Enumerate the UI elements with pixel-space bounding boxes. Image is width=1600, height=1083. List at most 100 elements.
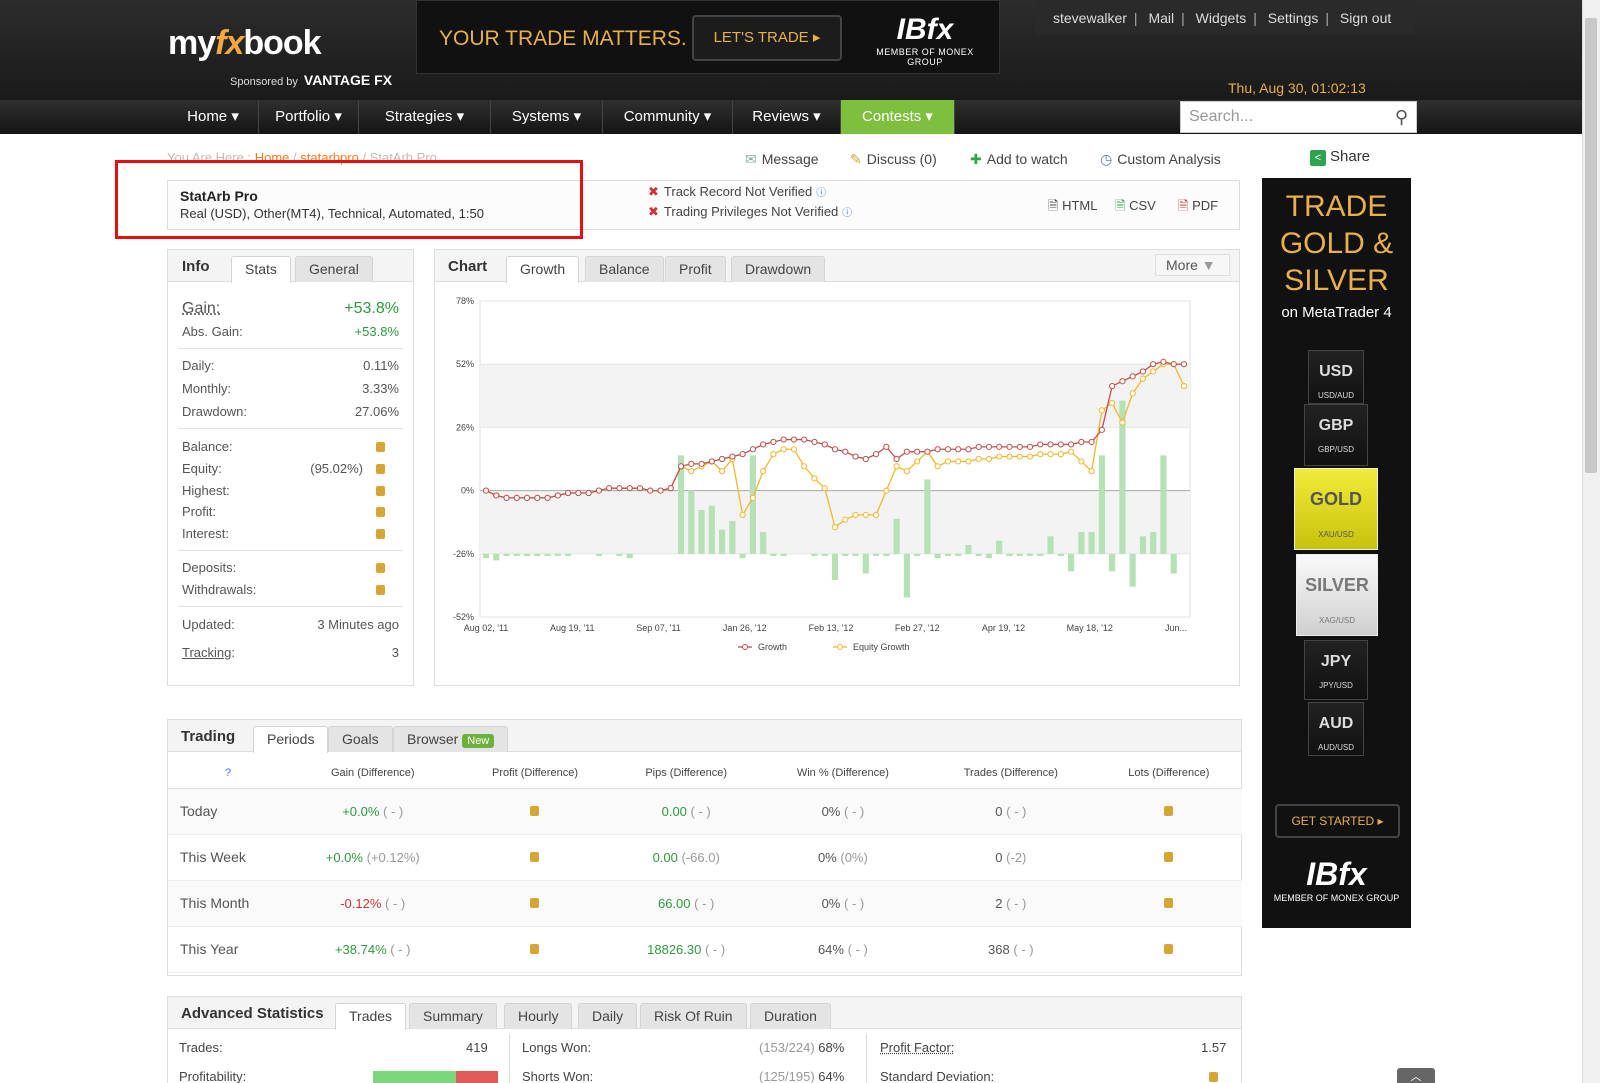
growth-point <box>903 448 910 455</box>
search-icon[interactable]: ⚲ <box>1395 107 1408 128</box>
equity-growth-point <box>688 468 695 475</box>
nav-home[interactable]: Home ▾ <box>168 100 259 134</box>
vantage-fx-logo[interactable]: VANTAGE FX <box>304 72 392 88</box>
growth-point <box>729 453 736 460</box>
table-row: This Month -0.12% ( - ) 66.00 ( - ) 0% ( - … <box>168 880 1242 927</box>
equity-growth-point <box>996 453 1003 460</box>
help-icon[interactable]: ⓘ <box>816 188 826 199</box>
export-csv-button[interactable]: 🗎 CSV <box>1115 197 1156 219</box>
add-to-watch-button[interactable]: ✚ Add to watch <box>970 151 1068 168</box>
tab-drawdown[interactable]: Drawdown <box>731 256 826 282</box>
tab-risk-of-ruin[interactable]: Risk Of Ruin <box>640 1003 747 1029</box>
legend-marker <box>837 644 843 650</box>
help-icon[interactable]: ? <box>225 767 231 779</box>
bar <box>565 553 572 556</box>
settings-link[interactable]: Settings <box>1268 10 1319 26</box>
username-link[interactable]: stevewalker <box>1053 10 1127 26</box>
equity-growth-point <box>852 511 859 519</box>
tab-trades[interactable]: Trades <box>335 1003 407 1030</box>
lots-cell <box>1095 788 1242 835</box>
lots-cell <box>1095 834 1242 881</box>
message-button[interactable]: ✉ Message <box>745 151 819 168</box>
nav-community[interactable]: Community ▾ <box>603 100 733 134</box>
tab-periods[interactable]: Periods <box>253 726 329 753</box>
growth-point <box>708 458 715 465</box>
myfxbook-logo[interactable]: myfxbook <box>168 24 322 63</box>
tab-duration[interactable]: Duration <box>750 1003 831 1029</box>
growth-point <box>821 441 828 448</box>
html-file-icon: 🗎 <box>1048 198 1059 213</box>
tab-balance[interactable]: Balance <box>585 256 664 282</box>
tab-growth[interactable]: Growth <box>506 256 580 283</box>
growth-point <box>1026 443 1034 450</box>
legend-marker <box>742 644 748 650</box>
nav-reviews[interactable]: Reviews ▾ <box>733 100 841 134</box>
bar <box>1160 455 1167 554</box>
growth-point <box>647 487 654 494</box>
tab-browser[interactable]: Browser New <box>393 726 509 752</box>
bar <box>1150 531 1157 554</box>
equity-growth-point <box>1026 453 1034 460</box>
export-html-button[interactable]: 🗎 HTML <box>1048 197 1097 219</box>
x-icon: ✖ <box>648 204 659 219</box>
bar <box>811 553 818 556</box>
growth-point <box>544 494 551 501</box>
growth-point <box>780 436 787 443</box>
bar <box>1129 553 1136 587</box>
export-pdf-button[interactable]: 🗎 PDF <box>1178 197 1218 219</box>
gain-cell: +0.0% ( - ) <box>288 788 458 835</box>
nav-portfolio[interactable]: Portfolio ▾ <box>259 100 359 134</box>
chevron-down-icon: ▼ <box>1201 257 1216 273</box>
chevron-up-icon: ︿ <box>1410 1071 1422 1083</box>
nav-contests[interactable]: Contests ▾ <box>841 100 955 134</box>
tab-stats[interactable]: Stats <box>231 256 291 283</box>
tab-hourly[interactable]: Hourly <box>504 1003 573 1029</box>
share-button[interactable]: < Share <box>1310 148 1370 166</box>
trading-privileges-status: ✖ Trading Privileges Not Verified ⓘ <box>648 204 853 219</box>
sponsor-label: Sponsored by VANTAGE FX <box>230 72 393 88</box>
tracking-row: Tracking: 3 <box>182 645 399 660</box>
share-icon: < <box>1310 150 1326 166</box>
pips-cell: 66.00 ( - ) <box>612 880 760 927</box>
gold-silver-ad[interactable]: TRADE GOLD & SILVER on MetaTrader 4 USD USD… <box>1262 178 1411 928</box>
lets-trade-button[interactable]: LET'S TRADE ▸ <box>692 15 842 61</box>
growth-point <box>1098 426 1105 433</box>
search-input[interactable]: Search... ⚲ <box>1180 101 1417 133</box>
custom-analysis-button[interactable]: ◷ Custom Analysis <box>1100 151 1221 168</box>
tab-general[interactable]: General <box>295 256 373 282</box>
mail-link[interactable]: Mail <box>1148 10 1174 26</box>
tab-daily[interactable]: Daily <box>578 1003 638 1029</box>
back-to-top-button[interactable]: ︿ <box>1397 1068 1435 1083</box>
growth-point <box>1109 382 1116 390</box>
nav-systems[interactable]: Systems ▾ <box>491 100 603 134</box>
ad-headline: TRADE GOLD & SILVER <box>1279 190 1394 297</box>
discuss-button[interactable]: ✎ Discuss (0) <box>850 151 937 168</box>
daily-row: Daily: 0.11% <box>182 358 399 373</box>
tab-summary[interactable]: Summary <box>409 1003 497 1029</box>
pips-cell: 0.00 (-66.0) <box>612 834 760 881</box>
tab-goals[interactable]: Goals <box>328 726 393 752</box>
x-tick-label: Feb 27, '12 <box>895 623 940 633</box>
nav-strategies[interactable]: Strategies ▾ <box>359 100 491 134</box>
bar <box>975 553 982 556</box>
get-started-button[interactable]: GET STARTED ▸ <box>1275 804 1400 838</box>
bar <box>708 505 715 554</box>
scrollbar-thumb[interactable] <box>1585 18 1597 473</box>
ibfx-banner-ad[interactable]: YOUR TRADE MATTERS. LET'S TRADE ▸ IBfx ME… <box>416 0 1000 74</box>
more-dropdown[interactable]: More ▼ <box>1155 254 1230 276</box>
profit-row: Profit: <box>182 504 399 519</box>
lock-icon <box>1164 805 1174 816</box>
x-tick-label: Jun... <box>1165 623 1187 633</box>
bar <box>821 553 828 556</box>
tracking-link[interactable]: Tracking <box>182 645 231 660</box>
sign-out-link[interactable]: Sign out <box>1340 10 1391 26</box>
help-icon[interactable]: ⓘ <box>842 208 852 219</box>
profit-factor-label[interactable]: Profit Factor: <box>880 1040 954 1055</box>
bar <box>1139 536 1147 554</box>
growth-point <box>554 492 561 499</box>
bar <box>523 553 531 556</box>
growth-point <box>1006 443 1013 450</box>
win-cell: 0% ( - ) <box>759 880 926 927</box>
widgets-link[interactable]: Widgets <box>1196 10 1247 26</box>
tab-profit[interactable]: Profit <box>665 256 726 282</box>
